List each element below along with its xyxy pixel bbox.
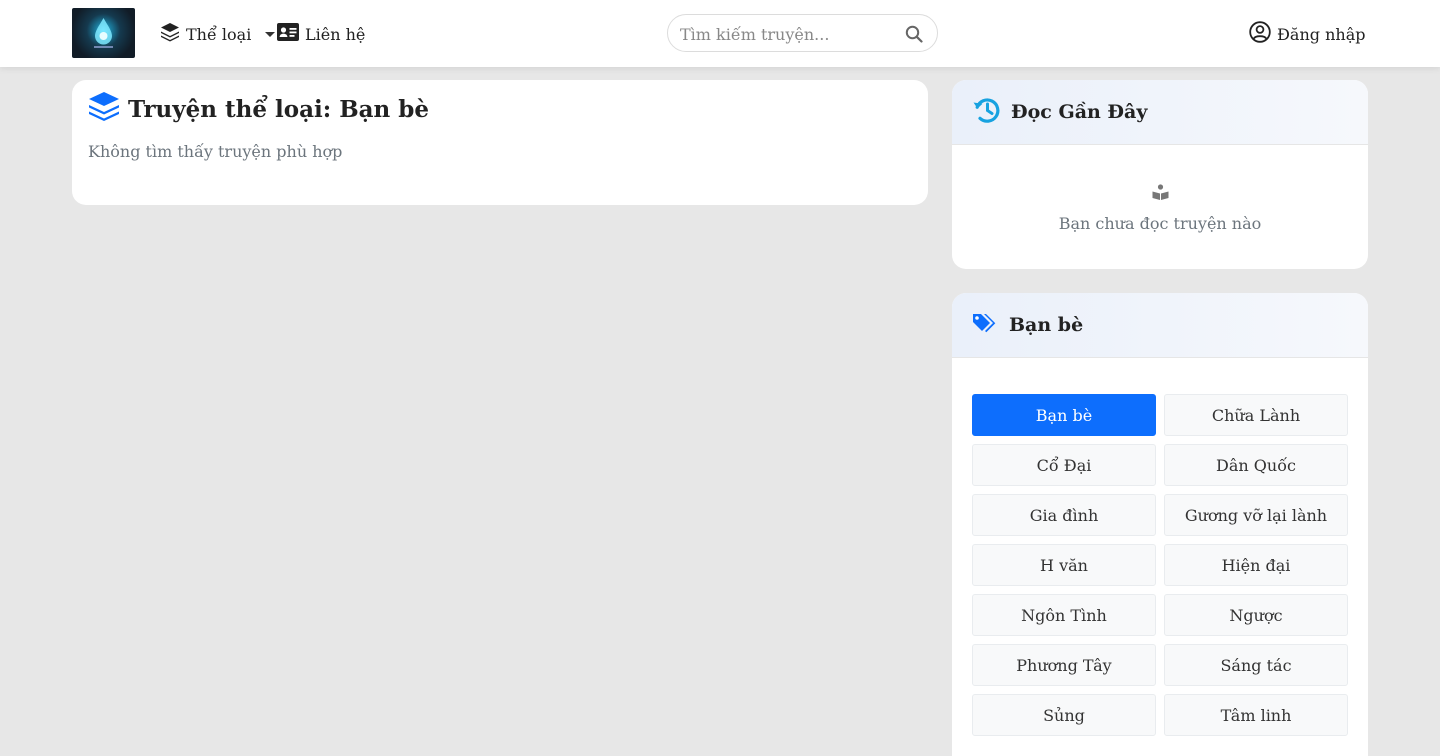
empty-results-message: Không tìm thấy truyện phù hợp <box>88 142 343 161</box>
genre-tag-button[interactable]: Sáng tác <box>1164 644 1348 686</box>
genre-tag-button[interactable]: Sủng <box>972 694 1156 736</box>
contact-card-icon <box>277 23 299 45</box>
chevron-down-icon <box>265 31 276 37</box>
genre-tag-button[interactable]: Chữa Lành <box>1164 394 1348 436</box>
search-box <box>667 14 938 52</box>
genre-tag-button[interactable]: Cổ Đại <box>972 444 1156 486</box>
recent-reads-card: Đọc Gần Đây Bạn chưa đọc truyện nào <box>952 80 1368 269</box>
site-logo[interactable] <box>72 8 135 58</box>
genre-dropdown[interactable]: Thể loại <box>160 22 276 46</box>
contact-label: Liên hệ <box>305 24 366 44</box>
genre-tags-title: Bạn bè <box>1009 314 1084 336</box>
search-input[interactable] <box>680 23 900 45</box>
genre-tags-header: Bạn bè <box>952 293 1368 358</box>
genre-tag-button[interactable]: Ngôn Tình <box>972 594 1156 636</box>
search-icon[interactable] <box>905 25 923 47</box>
user-circle-icon <box>1249 21 1271 47</box>
page-title: Truyện thể loại: Bạn bè <box>88 91 429 127</box>
genre-tag-button[interactable]: Hiện đại <box>1164 544 1348 586</box>
genre-tag-button[interactable]: Gia đình <box>972 494 1156 536</box>
genre-results-card: Truyện thể loại: Bạn bè Không tìm thấy t… <box>72 80 928 205</box>
book-reader-icon <box>1152 184 1169 204</box>
contact-link[interactable]: Liên hệ <box>277 22 365 46</box>
genre-tag-button[interactable]: Bạn bè <box>972 394 1156 436</box>
genre-tag-button[interactable]: Dân Quốc <box>1164 444 1348 486</box>
recent-reads-header: Đọc Gần Đây <box>952 80 1368 145</box>
layers-icon <box>160 22 180 46</box>
recent-empty-message: Bạn chưa đọc truyện nào <box>1058 214 1262 233</box>
genre-tags-card: Bạn bè Bạn bè Chữa Lành Cổ Đại Dân Quốc Gia … <box>952 293 1368 756</box>
genre-tag-button[interactable]: Tâm linh <box>1164 694 1348 736</box>
page-title-text: Truyện thể loại: Bạn bè <box>128 95 429 123</box>
recent-reads-title: Đọc Gần Đây <box>1011 101 1148 123</box>
tags-icon <box>972 312 996 339</box>
genre-tag-button[interactable]: Ngược <box>1164 594 1348 636</box>
login-link[interactable]: Đăng nhập <box>1249 21 1366 47</box>
top-navbar: Thể loại Liên hệ Tìm kiếm truyện... Đăng… <box>0 0 1440 67</box>
genre-label: Thể loại <box>186 24 252 44</box>
genre-tag-button[interactable]: Gương vỡ lại lành <box>1164 494 1348 536</box>
genre-tag-grid: Bạn bè Chữa Lành Cổ Đại Dân Quốc Gia đình Gươ… <box>972 394 1348 736</box>
login-label: Đăng nhập <box>1277 24 1366 44</box>
layers-icon <box>88 91 120 127</box>
recent-reads-empty: Bạn chưa đọc truyện nào <box>952 184 1368 233</box>
genre-tag-button[interactable]: H văn <box>972 544 1156 586</box>
history-icon <box>972 95 1002 130</box>
genre-tag-button[interactable]: Phương Tây <box>972 644 1156 686</box>
